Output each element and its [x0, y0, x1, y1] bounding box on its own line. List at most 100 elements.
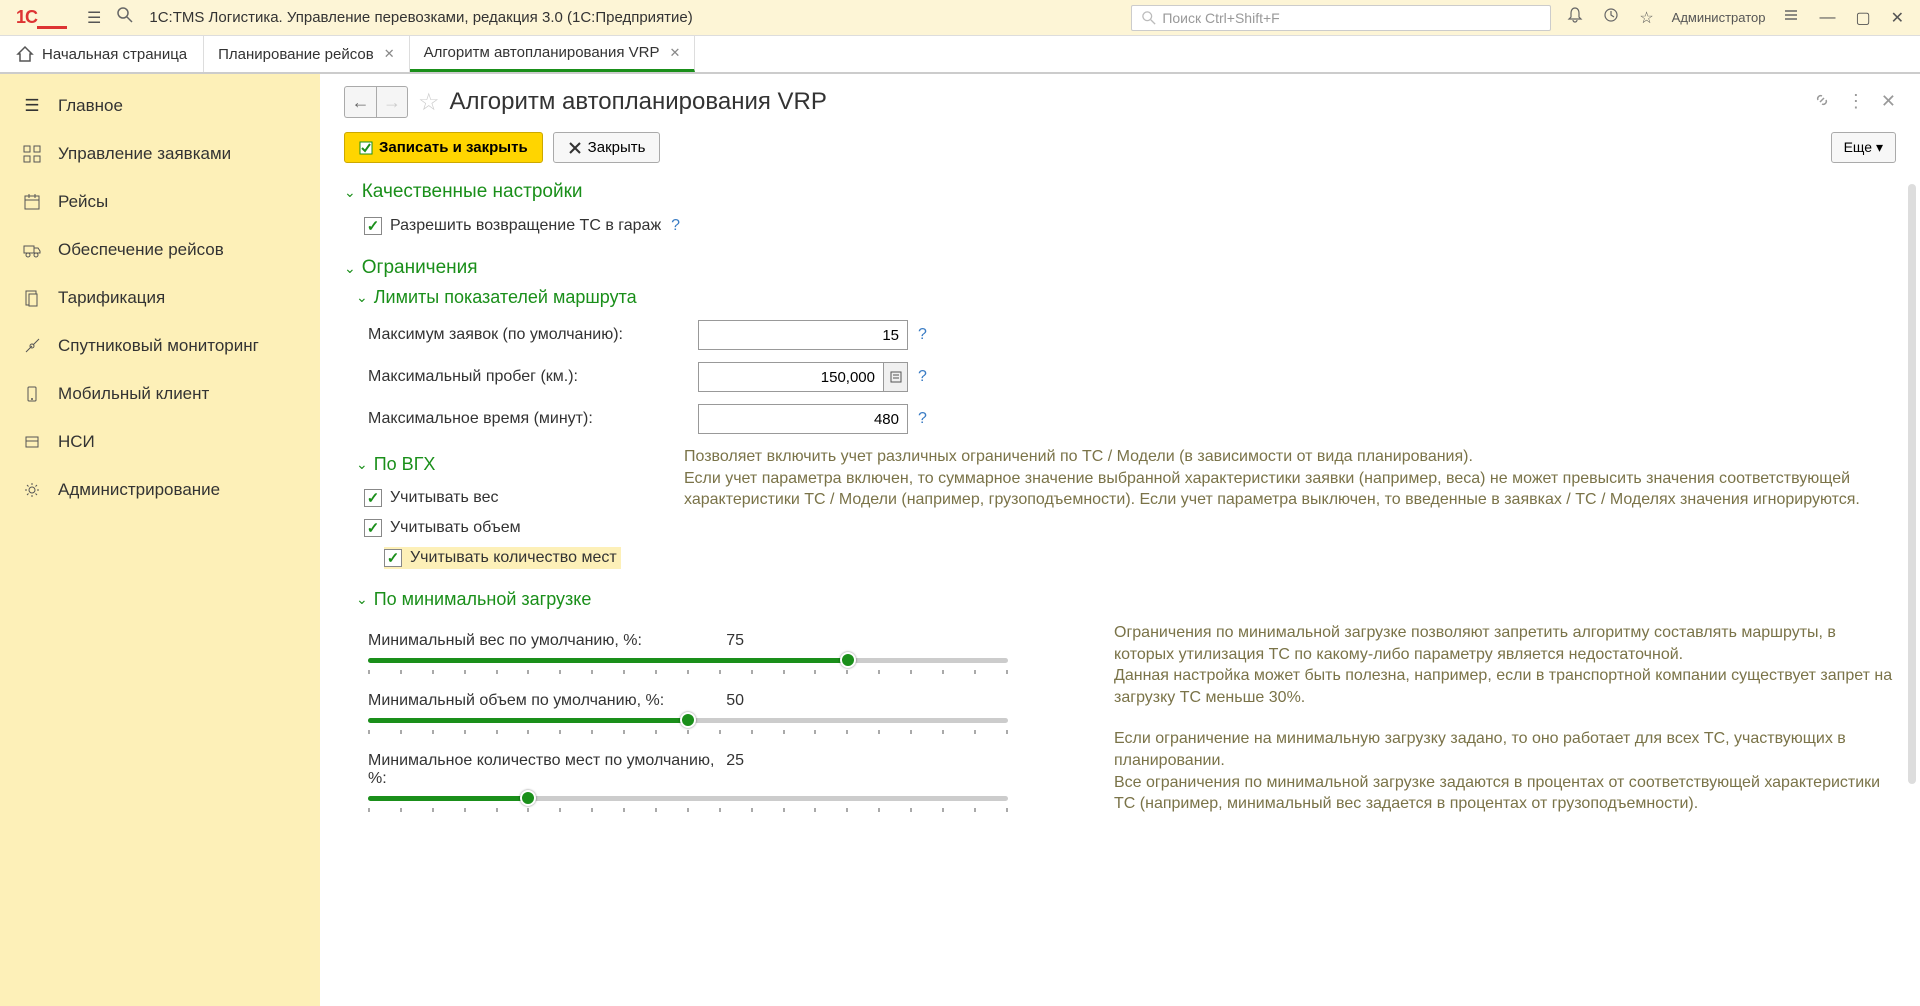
max-km-input[interactable]	[698, 362, 884, 392]
maximize-icon[interactable]: ▢	[1847, 4, 1878, 32]
favorite-icon[interactable]: ☆	[418, 88, 440, 117]
sidebar-item-nsi[interactable]: НСИ	[0, 418, 320, 466]
nav-back-button[interactable]: ←	[344, 86, 376, 118]
section-vgh[interactable]: ⌄ По ВГХ	[356, 454, 664, 475]
tab-label: Алгоритм автопланирования VRP	[424, 44, 660, 61]
sidebar-item-label: Спутниковый мониторинг	[58, 336, 259, 356]
sidebar-item-main[interactable]: ☰ Главное	[0, 82, 320, 130]
tabs-row: Начальная страница Планирование рейсов ✕…	[0, 36, 1920, 74]
sidebar-item-admin[interactable]: Администрирование	[0, 466, 320, 514]
save-close-label: Записать и закрыть	[379, 139, 528, 156]
doc-icon	[20, 289, 44, 307]
min-volume-label: Минимальный объем по умолчанию, %:	[368, 692, 664, 710]
max-time-input[interactable]	[698, 404, 908, 434]
chevron-down-icon: ⌄	[344, 184, 356, 201]
min-volume-slider[interactable]	[368, 716, 1008, 724]
app-title: 1C:TMS Логистика. Управление перевозками…	[149, 9, 692, 26]
calculator-icon[interactable]	[884, 362, 908, 392]
search-icon[interactable]	[109, 3, 141, 32]
more-button[interactable]: Еще ▾	[1831, 132, 1896, 163]
chevron-down-icon: ⌄	[344, 260, 356, 277]
menu-icon: ☰	[20, 96, 44, 116]
home-tab[interactable]: Начальная страница	[0, 36, 204, 72]
places-checkbox-row: Учитывать количество мест	[384, 547, 621, 569]
help-icon[interactable]: ?	[918, 326, 927, 344]
vgh-description: Позволяет включить учет различных ограни…	[684, 446, 1896, 511]
satellite-icon	[20, 337, 44, 355]
sidebar-item-label: Администрирование	[58, 480, 220, 500]
calendar-icon	[20, 193, 44, 211]
help-icon[interactable]: ?	[918, 410, 927, 428]
global-search-input[interactable]: Поиск Ctrl+Shift+F	[1131, 5, 1551, 31]
min-volume-value: 50	[726, 692, 744, 710]
sidebar-item-mobile[interactable]: Мобильный клиент	[0, 370, 320, 418]
top-bar: 1C ☰ 1C:TMS Логистика. Управление перево…	[0, 0, 1920, 36]
section-route-limits[interactable]: ⌄ Лимиты показателей маршрута	[356, 287, 1896, 308]
max-orders-input[interactable]	[698, 320, 908, 350]
tab-close-icon[interactable]: ✕	[669, 45, 680, 61]
tab-planning[interactable]: Планирование рейсов ✕	[204, 36, 410, 72]
tab-label: Планирование рейсов	[218, 46, 374, 63]
min-places-slider[interactable]	[368, 794, 1008, 802]
close-button[interactable]: Закрыть	[553, 132, 661, 163]
save-and-close-button[interactable]: Записать и закрыть	[344, 132, 543, 163]
history-icon[interactable]	[1595, 3, 1627, 32]
section-title: Лимиты показателей маршрута	[374, 287, 637, 308]
grid-icon	[20, 145, 44, 163]
volume-checkbox[interactable]	[364, 519, 382, 537]
section-title: По минимальной загрузке	[374, 589, 592, 610]
search-placeholder: Поиск Ctrl+Shift+F	[1162, 10, 1279, 26]
window-close-icon[interactable]: ✕	[1883, 4, 1912, 32]
toolbar: Записать и закрыть Закрыть Еще ▾	[344, 132, 1896, 163]
tab-close-icon[interactable]: ✕	[384, 46, 395, 62]
content-header: ← → ☆ Алгоритм автопланирования VRP ⋮ ✕	[344, 86, 1896, 118]
help-icon[interactable]: ?	[671, 217, 680, 235]
volume-label: Учитывать объем	[390, 519, 521, 537]
places-label: Учитывать количество мест	[410, 549, 617, 567]
home-tab-label: Начальная страница	[42, 46, 187, 63]
sidebar: ☰ Главное Управление заявками Рейсы Обес…	[0, 74, 320, 1006]
hamburger-icon[interactable]: ☰	[79, 4, 109, 32]
chevron-down-icon: ⌄	[356, 456, 368, 473]
user-label[interactable]: Администратор	[1666, 10, 1772, 25]
places-checkbox[interactable]	[384, 549, 402, 567]
nav-forward-button[interactable]: →	[376, 86, 408, 118]
star-icon[interactable]: ☆	[1631, 4, 1661, 32]
weight-checkbox[interactable]	[364, 489, 382, 507]
allow-return-checkbox[interactable]	[364, 217, 382, 235]
max-orders-row: Максимум заявок (по умолчанию): ?	[368, 320, 1896, 350]
sidebar-item-label: Главное	[58, 96, 123, 116]
sidebar-item-orders[interactable]: Управление заявками	[0, 130, 320, 178]
link-icon[interactable]	[1813, 91, 1831, 114]
weight-checkbox-row: Учитывать вес	[364, 483, 664, 513]
minimize-icon[interactable]: —	[1811, 5, 1843, 31]
scrollbar[interactable]	[1908, 184, 1916, 784]
close-content-icon[interactable]: ✕	[1881, 91, 1896, 114]
bell-icon[interactable]	[1559, 3, 1591, 32]
min-weight-label: Минимальный вес по умолчанию, %:	[368, 632, 642, 650]
min-places-label: Минимальное количество мест по умолчанию…	[368, 752, 726, 788]
more-icon[interactable]: ⋮	[1847, 91, 1865, 114]
min-weight-slider[interactable]	[368, 656, 1008, 664]
section-minload[interactable]: ⌄ По минимальной загрузке	[356, 589, 1896, 610]
min-volume-slider-row: Минимальный объем по умолчанию, %: 50	[368, 692, 1084, 724]
gear-icon	[20, 481, 44, 499]
help-icon[interactable]: ?	[918, 368, 927, 386]
allow-return-checkbox-row: Разрешить возвращение ТС в гараж ?	[364, 211, 1896, 241]
settings-icon[interactable]	[1775, 3, 1807, 32]
sidebar-item-sat[interactable]: Спутниковый мониторинг	[0, 322, 320, 370]
chevron-down-icon: ⌄	[356, 289, 368, 306]
sidebar-item-label: НСИ	[58, 432, 95, 452]
sidebar-item-routes[interactable]: Рейсы	[0, 178, 320, 226]
allow-return-label: Разрешить возвращение ТС в гараж	[390, 217, 661, 235]
max-time-label: Максимальное время (минут):	[368, 410, 698, 428]
sidebar-item-label: Обеспечение рейсов	[58, 240, 224, 260]
sidebar-item-supply[interactable]: Обеспечение рейсов	[0, 226, 320, 274]
section-title: Качественные настройки	[362, 181, 583, 203]
minload-desc2: Если ограничение на минимальную загрузку…	[1114, 728, 1896, 814]
archive-icon	[20, 433, 44, 451]
tab-vrp-algorithm[interactable]: Алгоритм автопланирования VRP ✕	[410, 36, 696, 72]
sidebar-item-tariff[interactable]: Тарификация	[0, 274, 320, 322]
section-limits[interactable]: ⌄ Ограничения	[344, 257, 1896, 279]
section-quality[interactable]: ⌄ Качественные настройки	[344, 181, 1896, 203]
